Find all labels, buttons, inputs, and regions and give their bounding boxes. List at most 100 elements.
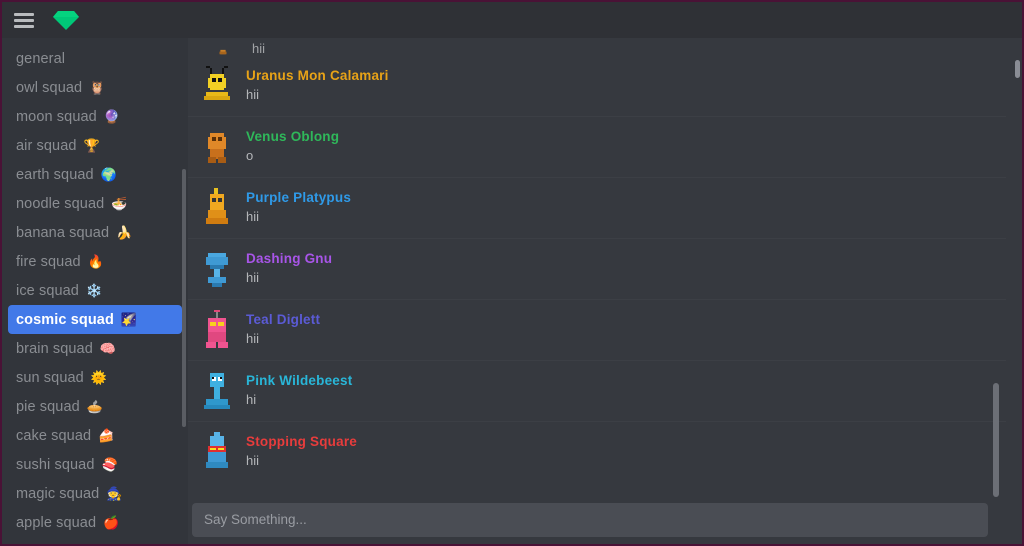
- sidebar-item-label: pie squad: [16, 398, 80, 415]
- chat-scrollbar-thumb[interactable]: [993, 383, 999, 497]
- sidebar-item-banana-squad[interactable]: banana squad 🍌: [8, 218, 182, 247]
- sidebar-item-emoji-icon: 🍌: [116, 225, 133, 240]
- message-text: hii: [246, 453, 260, 468]
- sidebar-item-label: brain squad: [16, 340, 93, 357]
- sidebar-item-emoji-icon: 🔥: [87, 254, 104, 269]
- message-body: Stopping Square hii: [246, 432, 357, 468]
- sidebar-item-label: apple squad: [16, 514, 97, 531]
- sidebar-scrollbar-thumb[interactable]: [182, 169, 186, 427]
- message-row[interactable]: Teal Diglett hii: [188, 299, 1006, 360]
- sidebar-item-emoji-icon: 🍎: [103, 515, 120, 530]
- sidebar-item-label: general: [16, 50, 66, 67]
- page-scrollbar-thumb[interactable]: [1015, 60, 1020, 78]
- sidebar-item-emoji-icon: 🏆: [83, 138, 100, 153]
- sidebar-item-emoji-icon: 🧙: [106, 486, 123, 501]
- sidebar-item-label: owl squad: [16, 79, 83, 96]
- sidebar-item-emoji-icon: 🌞: [90, 370, 108, 385]
- sidebar-item-label: moon squad: [16, 108, 97, 125]
- message-text: hii: [246, 87, 260, 102]
- sidebar-item-label: noodle squad: [16, 195, 105, 212]
- message-body: Purple Platypus hii: [246, 188, 351, 224]
- message-author[interactable]: Dashing Gnu: [246, 251, 332, 266]
- message-text: hi: [246, 392, 257, 407]
- message-author[interactable]: Pink Wildebeest: [246, 373, 352, 388]
- sidebar-item-apple-squad[interactable]: apple squad 🍎: [8, 508, 182, 537]
- sidebar-item-emoji-icon: 🦉: [89, 80, 106, 95]
- message-row[interactable]: Purple Platypus hii: [188, 177, 1006, 238]
- sidebar-item-emoji-icon: 🍣: [101, 457, 118, 472]
- sidebar-item-label: ice squad: [16, 282, 79, 299]
- composer-bar: [188, 493, 1006, 544]
- hamburger-menu-icon[interactable]: [14, 12, 34, 28]
- message-author[interactable]: Uranus Mon Calamari: [246, 68, 389, 83]
- sidebar-item-label: cosmic squad: [16, 311, 114, 328]
- sidebar-item-emoji-icon: 🍜: [111, 196, 128, 211]
- sidebar-item-cosmic-squad[interactable]: cosmic squad 🌠: [8, 305, 182, 334]
- message-author[interactable]: Stopping Square: [246, 434, 357, 449]
- chat-app-window: general owl squad 🦉 moon squad 🔮 air squad 🏆 ea…: [0, 0, 1024, 546]
- sidebar-item-magic-squad[interactable]: magic squad 🧙: [8, 479, 182, 508]
- message-body: Pink Wildebeest hi: [246, 371, 352, 407]
- top-bar: [2, 2, 1022, 38]
- sidebar-item-emoji-icon: 🌍: [100, 167, 117, 182]
- sidebar-item-pie-squad[interactable]: pie squad 🥧: [8, 392, 182, 421]
- message-list: hii Uranus Mon Calamari hii Venus Oblong o P…: [188, 38, 1006, 493]
- blue-bulb-avatar: [206, 253, 228, 287]
- message-author[interactable]: Venus Oblong: [246, 129, 339, 144]
- sidebar-item-noodle-squad[interactable]: noodle squad 🍜: [8, 189, 182, 218]
- message-row-clipped: hii: [188, 38, 1006, 56]
- message-input[interactable]: [192, 502, 988, 537]
- sidebar-item-brain-squad[interactable]: brain squad 🧠: [8, 334, 182, 363]
- channel-sidebar[interactable]: general owl squad 🦉 moon squad 🔮 air squad 🏆 ea…: [2, 38, 188, 544]
- message-text: hii: [246, 331, 260, 346]
- message-author[interactable]: Purple Platypus: [246, 190, 351, 205]
- sidebar-item-emoji-icon: 🥧: [86, 399, 104, 414]
- message-row[interactable]: Uranus Mon Calamari hii: [188, 56, 1006, 116]
- sidebar-item-label: earth squad: [16, 166, 94, 183]
- message-text: o: [246, 148, 254, 163]
- sidebar-item-label: air squad: [16, 137, 77, 154]
- yellow-bug-avatar: [204, 66, 230, 100]
- green-gem-icon[interactable]: [52, 8, 80, 32]
- message-body: Teal Diglett hii: [246, 310, 320, 346]
- message-row[interactable]: Stopping Square hii: [188, 421, 1006, 482]
- message-row[interactable]: Pink Wildebeest hi: [188, 360, 1006, 421]
- message-row[interactable]: Dashing Gnu hii: [188, 238, 1006, 299]
- sidebar-item-cake-squad[interactable]: cake squad 🍰: [8, 421, 182, 450]
- sidebar-item-sun-squad[interactable]: sun squad 🌞: [8, 363, 182, 392]
- message-body: Uranus Mon Calamari hii: [246, 66, 389, 102]
- message-row[interactable]: Venus Oblong o: [188, 116, 1006, 177]
- sidebar-item-emoji-icon: 🧠: [99, 341, 117, 356]
- sidebar-item-emoji-icon: 🌠: [120, 312, 138, 327]
- sidebar-item-air-squad[interactable]: air squad 🏆: [8, 131, 182, 160]
- sidebar-item-label: sushi squad: [16, 456, 95, 473]
- sidebar-item-moon-squad[interactable]: moon squad 🔮: [8, 102, 182, 131]
- message-author[interactable]: Teal Diglett: [246, 312, 320, 327]
- channel-list: general owl squad 🦉 moon squad 🔮 air squad 🏆 ea…: [2, 44, 188, 537]
- sidebar-item-general[interactable]: general: [8, 44, 182, 73]
- message-text: hii: [246, 270, 260, 285]
- sidebar-item-earth-squad[interactable]: earth squad 🌍: [8, 160, 182, 189]
- sidebar-item-emoji-icon: 🔮: [103, 109, 121, 124]
- sidebar-item-fire-squad[interactable]: fire squad 🔥: [8, 247, 182, 276]
- sidebar-item-label: banana squad: [16, 224, 110, 241]
- sidebar-item-label: sun squad: [16, 369, 84, 386]
- blue-snake-avatar: [204, 373, 230, 409]
- chat-panel: hii Uranus Mon Calamari hii Venus Oblong o P…: [188, 38, 1006, 544]
- sidebar-item-emoji-icon: 🍰: [98, 428, 115, 443]
- orange-chick-avatar: [206, 188, 228, 224]
- sidebar-item-owl-squad[interactable]: owl squad 🦉: [8, 73, 182, 102]
- sidebar-item-sushi-squad[interactable]: sushi squad 🍣: [8, 450, 182, 479]
- sidebar-item-ice-squad[interactable]: ice squad ❄️: [8, 276, 182, 305]
- pink-creature-avatar: [206, 310, 228, 348]
- sidebar-item-emoji-icon: ❄️: [85, 283, 103, 298]
- message-body: Dashing Gnu hii: [246, 249, 332, 285]
- sidebar-item-label: cake squad: [16, 427, 92, 444]
- clipped-message-text: hii: [252, 41, 266, 56]
- blue-bottle-avatar: [206, 432, 228, 468]
- orange-blob-avatar: [208, 133, 226, 163]
- sidebar-item-label: fire squad: [16, 253, 81, 270]
- message-body: Venus Oblong o: [246, 127, 339, 163]
- message-text: hii: [246, 209, 260, 224]
- sidebar-item-label: magic squad: [16, 485, 100, 502]
